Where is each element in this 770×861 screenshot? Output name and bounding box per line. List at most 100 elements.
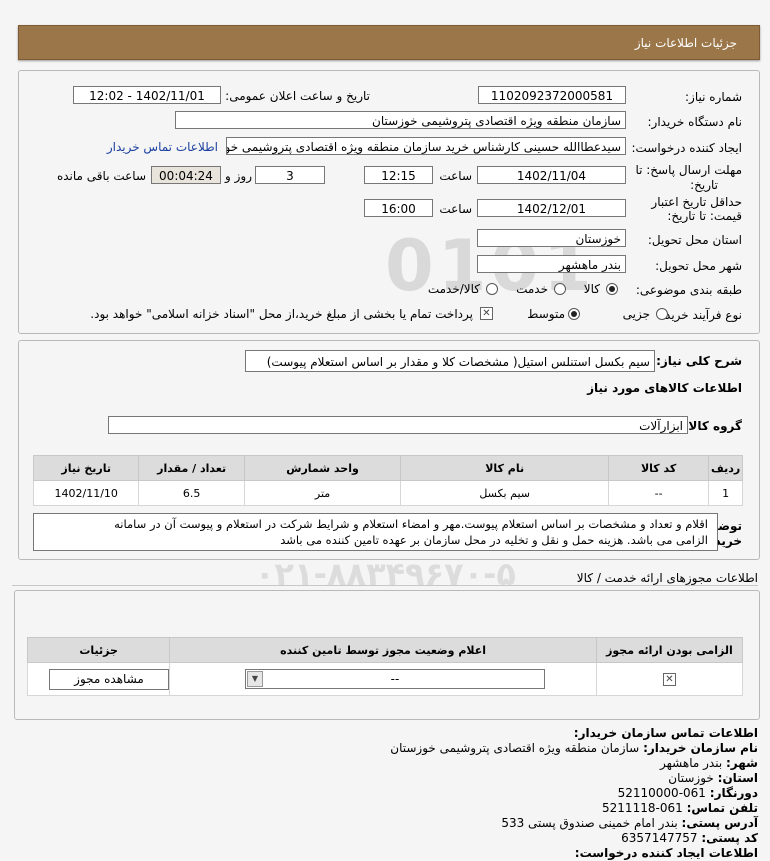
deadline-time-field: 12:15 (364, 166, 433, 184)
page-title: جزئیات اطلاعات نیاز (634, 36, 737, 50)
days-label: روز و (225, 169, 252, 183)
announce-label: تاریخ و ساعت اعلان عمومی: (225, 89, 370, 103)
group-field: ابزارآلات (108, 416, 688, 434)
contact-province: خوزستان (668, 771, 714, 785)
creator-label: ایجاد کننده درخواست: (631, 141, 742, 155)
treasury-checkbox[interactable]: ✕ (480, 307, 493, 320)
watermark-phone: ۰۲۱-۸۸۳۴۹۶۷۰-۵ (255, 555, 516, 593)
contact-province-row: استان: خوزستان (18, 771, 758, 786)
contact-fax: 061-52110000 (617, 786, 706, 800)
cell-qty: 6.5 (138, 480, 245, 506)
required-checkbox[interactable]: ✕ (662, 673, 676, 686)
contact-address-label: آدرس پستی: (681, 816, 758, 830)
buyer-notes-line-1: اقلام و تعداد و مشخصات بر اساس استعلام پ… (114, 517, 708, 531)
validity-label-2: قیمت: تا تاریخ: (667, 209, 742, 223)
group-label: گروه کالا: (683, 419, 742, 433)
announce-field: 1402/11/01 - 12:02 (73, 86, 221, 104)
category-goods-radio[interactable] (606, 283, 618, 295)
category-goods-label: کالا (583, 282, 600, 296)
need-desc-label: شرح کلی نیاز: (656, 354, 742, 368)
deadline-label-2: تاریخ: (690, 178, 718, 192)
deadline-label: مهلت ارسال پاسخ: تا (635, 163, 742, 177)
process-minor-label: جزیی (622, 307, 650, 321)
permits-title: اطلاعات مجوزهای ارائه خدمت / کالا (576, 571, 758, 585)
buyer-org-field: سازمان منطقه ویژه اقتصادی پتروشیمی خوزست… (175, 111, 626, 129)
col-code: کد کالا (607, 455, 710, 481)
buyer-org-label: نام دستگاه خریدار: (647, 115, 743, 129)
contact-postal-row: کد پستی: 6357147757 (18, 831, 758, 846)
page-header: جزئیات اطلاعات نیاز (18, 25, 760, 60)
cell-required: ✕ (595, 662, 744, 696)
contact-org: سازمان منطقه ویژه اقتصادی پتروشیمی خوزست… (390, 741, 640, 755)
contact-title: اطلاعات تماس سازمان خریدار: (573, 726, 758, 740)
payment-note: پرداخت تمام یا بخشی از مبلغ خرید،از محل … (90, 307, 473, 321)
buyer-notes-line-2: الزامی می باشد. هزینه حمل و نقل و تخلیه … (280, 533, 708, 547)
contact-postal-label: کد پستی: (701, 831, 758, 845)
contact-creator-row: اطلاعات ایجاد کننده درخواست: (18, 846, 758, 861)
goods-table-header: ردیف کد کالا نام کالا واحد شمارش تعداد /… (32, 455, 743, 481)
city-field: بندر ماهشهر (477, 255, 626, 273)
need-desc-field: سیم بکسل استنلس استیل( مشخصات کلا و مقدا… (245, 350, 655, 372)
permit-status-select[interactable]: -- (245, 669, 545, 689)
contact-fax-label: دورنگار: (709, 786, 758, 800)
col-qty: تعداد / مقدار (138, 455, 245, 481)
contact-province-label: استان: (717, 771, 758, 785)
table-row: 1 -- سیم بکسل متر 6.5 1402/11/10 (32, 480, 743, 506)
need-number-field: 1102092372000581 (478, 86, 626, 104)
process-label: نوع فرآیند خرید : (657, 308, 742, 322)
goods-table: ردیف کد کالا نام کالا واحد شمارش تعداد /… (32, 455, 743, 506)
contact-creator-label: اطلاعات ایجاد کننده درخواست: (574, 846, 758, 860)
category-both-radio[interactable] (486, 283, 498, 295)
contact-phone: 061-5211118 (602, 801, 683, 815)
permits-divider (12, 585, 758, 586)
contact-postal: 6357147757 (621, 831, 698, 845)
col-date: تاریخ نیاز (32, 455, 140, 481)
contact-city-label: شهر: (726, 756, 758, 770)
cell-unit: متر (243, 480, 402, 506)
cell-code: -- (607, 480, 710, 506)
creator-field: سیدعطاالله حسینی کارشناس خرید سازمان منط… (226, 137, 626, 155)
province-label: استان محل تحویل: (647, 233, 742, 247)
need-number-label: شماره نیاز: (685, 90, 742, 104)
contact-city-row: شهر: بندر ماهشهر (18, 756, 758, 771)
goods-info-title: اطلاعات کالاهای مورد نیاز (587, 381, 742, 395)
col-name: نام کالا (400, 455, 609, 481)
permits-table-header: الزامی بودن ارائه مجوز اعلام وضعیت مجوز … (26, 637, 744, 663)
days-field: 3 (255, 166, 325, 184)
deadline-date-field: 1402/11/04 (477, 166, 626, 184)
col-unit: واحد شمارش (243, 455, 402, 481)
col-index: ردیف (708, 455, 743, 481)
remaining-time-field: 00:04:24 (151, 166, 221, 184)
process-minor-radio[interactable] (656, 308, 668, 320)
process-medium-radio[interactable] (568, 308, 580, 320)
validity-time-field: 16:00 (364, 199, 433, 217)
category-both-label: کالا/خدمت (427, 282, 480, 296)
category-service-radio[interactable] (554, 283, 566, 295)
contact-section: اطلاعات تماس سازمان خریدار: نام سازمان خ… (18, 726, 758, 861)
chevron-down-icon[interactable]: ▼ (247, 671, 263, 687)
deadline-time-label: ساعت (439, 169, 472, 183)
province-field: خوزستان (477, 229, 626, 247)
cell-name: سیم بکسل (400, 480, 609, 506)
city-label: شهر محل تحویل: (655, 259, 742, 273)
validity-label: حداقل تاریخ اعتبار (651, 195, 742, 209)
process-medium-label: متوسط (527, 307, 565, 321)
contact-address-row: آدرس پستی: بندر امام خمینی صندوق پستی 53… (18, 816, 758, 831)
validity-date-field: 1402/12/01 (477, 199, 626, 217)
contact-city: بندر ماهشهر (660, 756, 723, 770)
contact-phone-row: تلفن تماس: 061-5211118 (18, 801, 758, 816)
category-service-label: خدمت (516, 282, 548, 296)
col-status: اعلام وضعیت مجوز توسط تامین کننده (169, 637, 597, 663)
cell-index: 1 (708, 480, 743, 506)
cell-date: 1402/11/10 (32, 480, 140, 506)
col-details: جزئیات (26, 637, 171, 663)
col-required: الزامی بودن ارائه مجوز (595, 637, 744, 663)
contact-org-row: نام سازمان خریدار: سازمان منطقه ویژه اقت… (18, 741, 758, 756)
contact-phone-label: تلفن تماس: (686, 801, 758, 815)
contact-address: بندر امام خمینی صندوق پستی 533 (501, 816, 678, 830)
contact-fax-row: دورنگار: 061-52110000 (18, 786, 758, 801)
remaining-label: ساعت باقی مانده (56, 169, 146, 183)
view-permit-button[interactable]: مشاهده مجوز (49, 669, 169, 690)
buyer-contact-link[interactable]: اطلاعات تماس خریدار (107, 140, 218, 154)
validity-time-label: ساعت (439, 202, 472, 216)
